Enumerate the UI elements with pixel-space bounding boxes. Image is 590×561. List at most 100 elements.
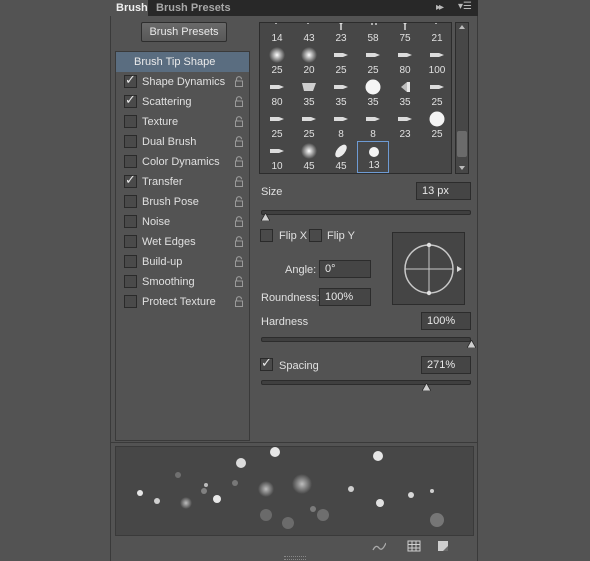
option-noise[interactable]: Noise bbox=[116, 212, 249, 232]
brush-tip-8[interactable]: 8 bbox=[325, 109, 357, 141]
option-label: Noise bbox=[142, 216, 171, 228]
option-protect-texture[interactable]: Protect Texture bbox=[116, 292, 249, 312]
option-checkbox[interactable] bbox=[124, 215, 137, 228]
new-preset-icon[interactable] bbox=[436, 540, 450, 552]
brush-tip-25[interactable]: 25 bbox=[357, 45, 389, 77]
brush-tip-13[interactable]: 13 bbox=[357, 141, 389, 173]
lock-icon[interactable] bbox=[234, 96, 244, 107]
roundness-input[interactable]: 100% bbox=[319, 288, 371, 306]
option-checkbox[interactable] bbox=[124, 195, 137, 208]
brush-presets-button[interactable]: Brush Presets bbox=[141, 22, 227, 42]
panel-menu-icon[interactable]: ▾☰ bbox=[458, 1, 472, 12]
lock-icon[interactable] bbox=[234, 116, 244, 127]
lock-icon[interactable] bbox=[234, 276, 244, 287]
brush-tip-45[interactable]: 45 bbox=[325, 141, 357, 173]
option-scattering[interactable]: Scattering bbox=[116, 92, 249, 112]
size-input[interactable]: 13 px bbox=[416, 182, 471, 200]
hardness-slider[interactable] bbox=[261, 337, 471, 342]
brush-size-label: 45 bbox=[335, 161, 347, 172]
lock-icon[interactable] bbox=[234, 176, 244, 187]
lock-icon[interactable] bbox=[234, 76, 244, 87]
scroll-up-icon[interactable] bbox=[459, 25, 465, 29]
option-checkbox[interactable] bbox=[124, 173, 137, 188]
brush-tip-23[interactable]: 23 bbox=[325, 23, 357, 45]
brush-tip-25[interactable]: 25 bbox=[325, 45, 357, 77]
brush-tip-58[interactable]: 58 bbox=[357, 23, 389, 45]
brush-stroke-icon[interactable] bbox=[372, 540, 386, 552]
brush-tip-10[interactable]: 10 bbox=[261, 141, 293, 173]
grid-icon[interactable] bbox=[407, 540, 421, 552]
brush-tip-80[interactable]: 80 bbox=[261, 77, 293, 109]
scroll-down-icon[interactable] bbox=[459, 166, 465, 170]
option-shape-dynamics[interactable]: Shape Dynamics bbox=[116, 72, 249, 92]
brush-tip-25[interactable]: 25 bbox=[261, 45, 293, 77]
lock-icon[interactable] bbox=[234, 236, 244, 247]
brush-tip-25[interactable]: 25 bbox=[421, 109, 451, 141]
option-label: Texture bbox=[142, 116, 179, 128]
option-checkbox[interactable] bbox=[124, 93, 137, 108]
option-checkbox[interactable] bbox=[124, 275, 137, 288]
hardness-input[interactable]: 100% bbox=[421, 312, 471, 330]
brush-tip-80[interactable]: 80 bbox=[389, 45, 421, 77]
lock-icon[interactable] bbox=[234, 156, 244, 167]
brush-tip-75[interactable]: 75 bbox=[389, 23, 421, 45]
resize-grip[interactable] bbox=[284, 556, 306, 560]
collapse-icon[interactable]: ▸▸ bbox=[436, 2, 444, 13]
option-brush-pose[interactable]: Brush Pose bbox=[116, 192, 249, 212]
angle-input[interactable]: 0° bbox=[319, 260, 371, 278]
option-checkbox[interactable] bbox=[124, 235, 137, 248]
brush-tip-35[interactable]: 35 bbox=[389, 77, 421, 109]
spacing-slider[interactable] bbox=[261, 380, 471, 385]
lock-icon[interactable] bbox=[234, 296, 244, 307]
brush-tip-8[interactable]: 8 bbox=[357, 109, 389, 141]
size-slider-thumb[interactable] bbox=[260, 213, 270, 221]
option-wet-edges[interactable]: Wet Edges bbox=[116, 232, 249, 252]
lock-icon[interactable] bbox=[234, 136, 244, 147]
brush-tip-25[interactable]: 25 bbox=[421, 77, 451, 109]
option-checkbox[interactable] bbox=[124, 155, 137, 168]
option-transfer[interactable]: Transfer bbox=[116, 172, 249, 192]
brush-tip-20[interactable]: 20 bbox=[293, 45, 325, 77]
size-slider[interactable] bbox=[261, 210, 471, 215]
brush-tip-43[interactable]: 43 bbox=[293, 23, 325, 45]
tab-brush-presets[interactable]: Brush Presets bbox=[152, 0, 231, 16]
option-brush-tip-shape[interactable]: Brush Tip Shape bbox=[116, 52, 249, 72]
option-smoothing[interactable]: Smoothing bbox=[116, 272, 249, 292]
lock-icon[interactable] bbox=[234, 256, 244, 267]
brush-tip-14[interactable]: 14 bbox=[261, 23, 293, 45]
brush-tip-35[interactable]: 35 bbox=[325, 77, 357, 109]
brush-tip-25[interactable]: 25 bbox=[293, 109, 325, 141]
brush-tip-23[interactable]: 23 bbox=[389, 109, 421, 141]
angle-roundness-widget[interactable] bbox=[392, 232, 465, 305]
option-checkbox[interactable] bbox=[124, 115, 137, 128]
option-color-dynamics[interactable]: Color Dynamics bbox=[116, 152, 249, 172]
brush-tip-35[interactable]: 35 bbox=[293, 77, 325, 109]
option-checkbox[interactable] bbox=[124, 255, 137, 268]
option-dual-brush[interactable]: Dual Brush bbox=[116, 132, 249, 152]
option-checkbox[interactable] bbox=[124, 73, 137, 88]
lock-icon[interactable] bbox=[234, 216, 244, 227]
option-checkbox[interactable] bbox=[124, 295, 137, 308]
hardness-slider-thumb[interactable] bbox=[466, 340, 476, 348]
angle-label: Angle: bbox=[285, 264, 317, 276]
brush-grid-scrollbar[interactable] bbox=[455, 22, 469, 174]
scroll-thumb[interactable] bbox=[457, 131, 467, 157]
brush-tip-25[interactable]: 25 bbox=[261, 109, 293, 141]
spacing-input[interactable]: 271% bbox=[421, 356, 471, 374]
brush-tip-45[interactable]: 45 bbox=[293, 141, 325, 173]
lock-icon[interactable] bbox=[234, 196, 244, 207]
option-label: Wet Edges bbox=[142, 236, 196, 248]
option-texture[interactable]: Texture bbox=[116, 112, 249, 132]
spacing-checkbox[interactable] bbox=[260, 356, 273, 371]
brush-size-label: 35 bbox=[399, 97, 411, 108]
brush-size-label: 25 bbox=[431, 97, 443, 108]
brush-tip-21[interactable]: 21 bbox=[421, 23, 451, 45]
tab-brush[interactable]: Brush bbox=[110, 0, 148, 16]
spacing-slider-thumb[interactable] bbox=[422, 383, 432, 391]
flip-y-checkbox[interactable] bbox=[309, 229, 322, 242]
brush-tip-35[interactable]: 35 bbox=[357, 77, 389, 109]
brush-tip-100[interactable]: 100 bbox=[421, 45, 451, 77]
option-build-up[interactable]: Build-up bbox=[116, 252, 249, 272]
option-checkbox[interactable] bbox=[124, 135, 137, 148]
flip-x-checkbox[interactable] bbox=[260, 229, 273, 242]
